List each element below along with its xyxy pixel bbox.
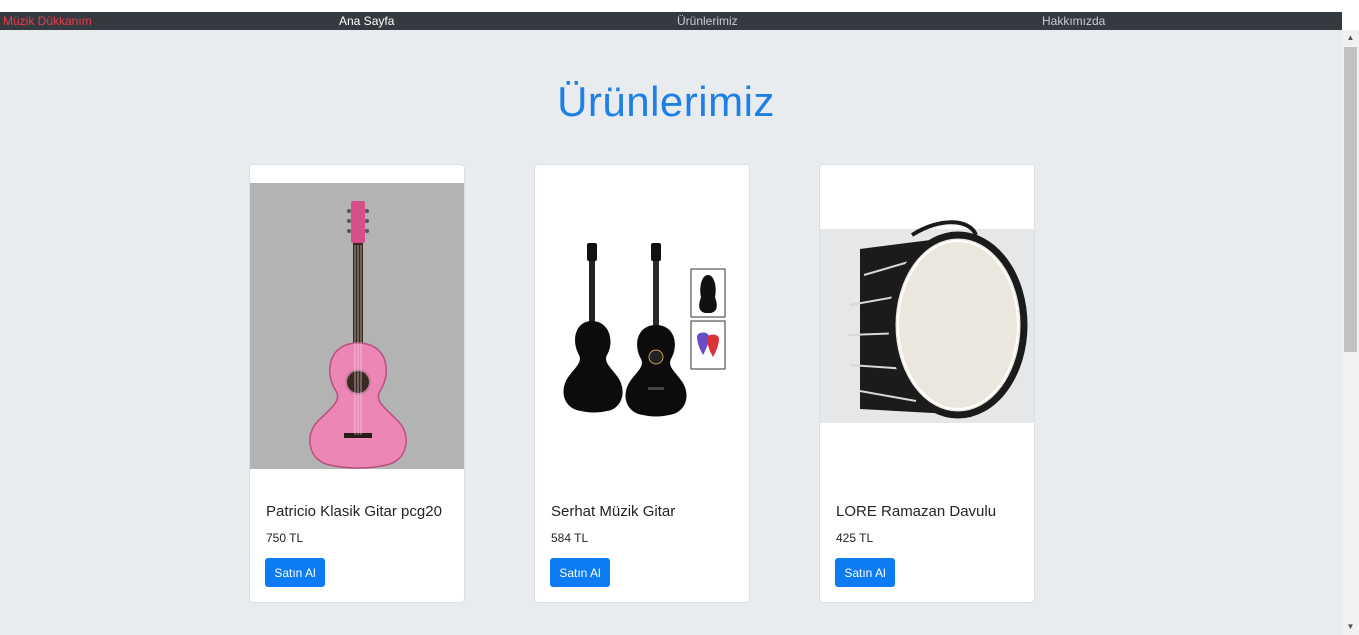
- buy-button[interactable]: Satın Al: [550, 558, 610, 587]
- product-title: Patricio Klasik Gitar pcg20: [266, 503, 442, 520]
- product-card: Patricio Klasik Gitar pcg20 750 TL Satın…: [249, 164, 465, 603]
- product-price: 584 TL: [551, 531, 589, 545]
- scroll-down-arrow-icon[interactable]: ▼: [1342, 619, 1359, 635]
- product-image-guitar: [250, 183, 464, 469]
- scrollbar-thumb[interactable]: [1344, 47, 1357, 352]
- product-image-black-guitars: [535, 165, 749, 485]
- product-title: LORE Ramazan Davulu: [836, 503, 997, 520]
- buy-button[interactable]: Satın Al: [835, 558, 895, 587]
- vertical-scrollbar[interactable]: ▲ ▼: [1342, 30, 1359, 635]
- window-top-strip: [0, 0, 1359, 12]
- nav-link-home[interactable]: Ana Sayfa: [339, 12, 394, 30]
- product-title: Serhat Müzik Gitar: [551, 503, 676, 520]
- nav-link-products[interactable]: Ürünlerimiz: [677, 12, 738, 30]
- scroll-up-arrow-icon[interactable]: ▲: [1342, 30, 1359, 46]
- product-price: 425 TL: [836, 531, 874, 545]
- product-card: LORE Ramazan Davulu 425 TL Satın Al: [819, 164, 1035, 603]
- product-price: 750 TL: [266, 531, 304, 545]
- main-content: Ürünlerimiz Patricio Klasik Gitar pcg20 …: [0, 30, 1342, 635]
- brand-link[interactable]: Müzik Dükkanım: [3, 12, 92, 30]
- page-title: Ürünlerimiz: [557, 78, 775, 125]
- buy-button[interactable]: Satın Al: [265, 558, 325, 587]
- nav-link-about[interactable]: Hakkımızda: [1042, 12, 1105, 30]
- product-card: Serhat Müzik Gitar 584 TL Satın Al: [534, 164, 750, 603]
- product-image-drum: [820, 165, 1034, 485]
- navbar: Müzik Dükkanım Ana Sayfa Ürünlerimiz Hak…: [0, 12, 1342, 30]
